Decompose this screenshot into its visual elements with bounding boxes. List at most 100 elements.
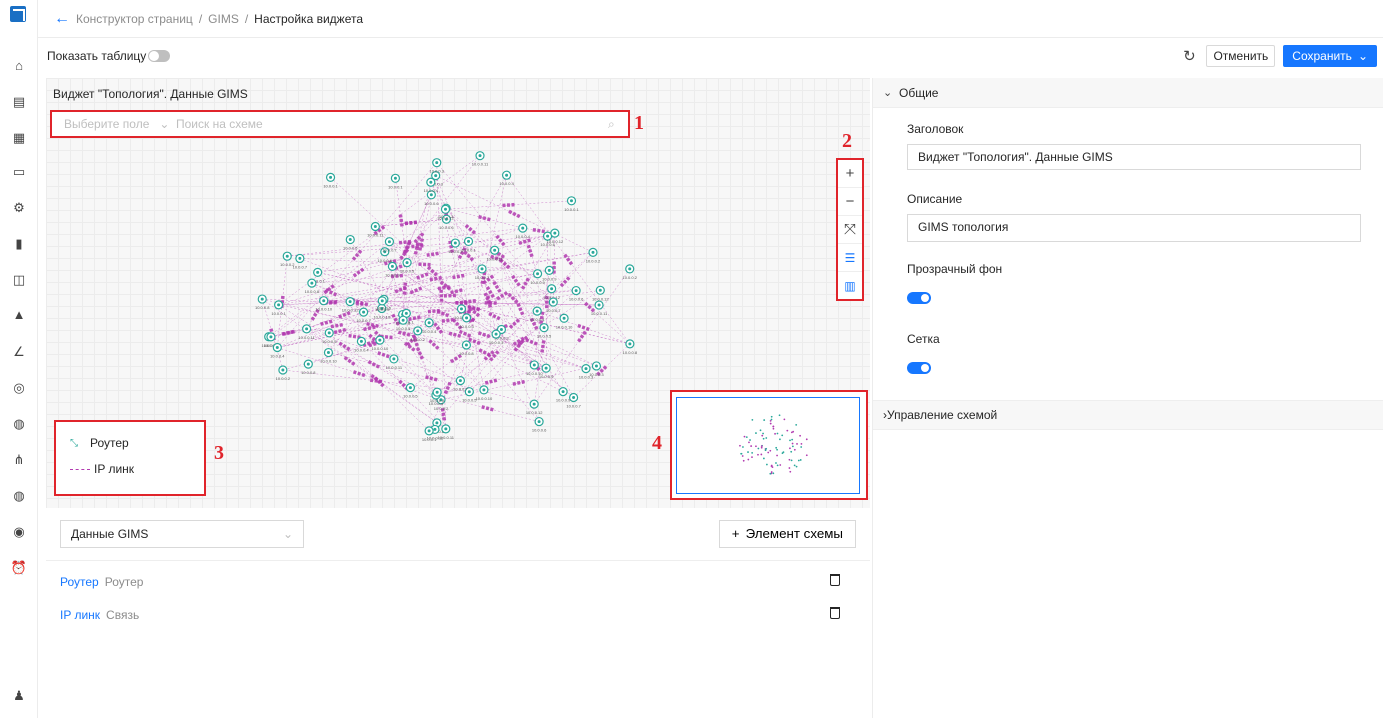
router-node-dot	[277, 303, 281, 307]
eye-icon[interactable]: ◉	[9, 522, 29, 542]
list-item: IP линк Связь	[60, 605, 856, 625]
description-textarea[interactable]: GIMS топология	[907, 214, 1361, 242]
minimap-node	[789, 447, 791, 450]
watch-icon[interactable]: ◎	[9, 378, 29, 398]
ip-link-label	[352, 370, 366, 378]
ip-link-label	[508, 209, 521, 219]
line-chart-icon[interactable]: ∠	[9, 342, 29, 362]
trash-icon[interactable]	[830, 607, 840, 619]
minimap-node	[745, 436, 748, 438]
router-node-dot	[572, 395, 576, 399]
router-node-dot	[373, 224, 377, 228]
router-node-label: 10.0.0.8	[301, 370, 316, 375]
app-logo[interactable]	[10, 6, 26, 22]
ip-link-label	[330, 322, 343, 329]
minimap-node	[790, 459, 793, 462]
globe-icon[interactable]: ◍	[9, 414, 29, 434]
document-icon[interactable]: ▤	[9, 92, 29, 112]
ip-link-label	[512, 379, 525, 386]
router-node-dot	[544, 366, 548, 370]
show-table-toggle[interactable]	[148, 50, 171, 62]
router-node-label: 10.0.0.6	[375, 307, 390, 312]
fit-icon[interactable]: ⤧	[838, 216, 862, 244]
bookmark-icon[interactable]: ◫	[9, 270, 29, 290]
alarm-icon[interactable]: ⏰	[9, 558, 29, 578]
minimap-node	[791, 442, 794, 445]
cancel-button[interactable]: Отменить	[1206, 45, 1276, 67]
legend-item-link: IP линк	[56, 456, 204, 482]
grid-switch[interactable]	[907, 362, 931, 374]
router-node-dot	[443, 207, 447, 211]
table-icon[interactable]: ▦	[9, 128, 29, 148]
router-node-label: 10.0.0.2	[280, 262, 295, 267]
element-name-link[interactable]: IP линк	[60, 608, 100, 622]
minimap-node	[765, 437, 768, 439]
data-source-select[interactable]: Данные GIMS ⌄	[60, 520, 304, 548]
minimap-node	[786, 429, 789, 432]
minimap-node	[789, 470, 792, 473]
element-name-link[interactable]: Роутер	[60, 575, 99, 589]
user-icon[interactable]: ♟	[9, 686, 29, 706]
monitor-icon[interactable]: ▭	[9, 162, 29, 182]
breadcrumb-current: Настройка виджета	[254, 11, 363, 26]
router-node-label: 10.0.0.1	[422, 437, 437, 442]
ip-link-label	[458, 329, 472, 338]
router-node-label: 10.0.0.2	[622, 275, 637, 280]
list-icon[interactable]: ☰	[838, 244, 862, 272]
router-node-dot	[598, 288, 602, 292]
router-node-dot	[348, 300, 352, 304]
minimap[interactable]	[670, 390, 868, 500]
search-input[interactable]: Поиск на схеме	[172, 117, 608, 131]
minimap-node	[759, 429, 762, 432]
save-button[interactable]: Сохранить ⌄	[1283, 45, 1377, 67]
minimap-node	[760, 453, 763, 456]
zoom-out-button[interactable]: −	[838, 188, 862, 216]
add-element-button[interactable]: + Элемент схемы	[718, 520, 856, 548]
field-select[interactable]: Выберите поле ⌄	[52, 117, 172, 131]
minimap-viewport[interactable]	[676, 397, 860, 494]
router-node-label: 10.0.0.5	[400, 269, 415, 274]
router-node-dot	[584, 367, 588, 371]
router-node-dot	[482, 388, 486, 392]
divider	[46, 560, 870, 561]
warning-icon[interactable]: ▲	[9, 305, 29, 325]
minimap-node	[757, 447, 760, 450]
ip-link-label	[426, 251, 439, 257]
ip-link-label	[411, 243, 424, 249]
router-node-dot	[553, 231, 557, 235]
router-node-dot	[444, 427, 448, 431]
trash-icon[interactable]	[830, 574, 840, 586]
transparent-bg-switch[interactable]	[907, 292, 931, 304]
minimap-node	[772, 472, 775, 475]
breadcrumb-item-pages[interactable]: Конструктор страниц	[76, 12, 193, 26]
breadcrumb-item-gims[interactable]: GIMS	[208, 12, 239, 26]
element-type: Связь	[106, 608, 140, 622]
router-node-dot	[433, 427, 437, 431]
minimap-node	[751, 452, 754, 454]
scheme-section-header[interactable]: › Управление схемой	[873, 400, 1383, 430]
minimap-node	[779, 438, 781, 441]
chevron-down-icon: ⌄	[883, 87, 893, 99]
ip-link-label	[507, 292, 519, 304]
search-icon[interactable]: ⌕	[608, 117, 628, 132]
globe-2-icon[interactable]: ◍	[9, 486, 29, 506]
back-arrow-icon[interactable]: ←	[54, 10, 70, 28]
topology-icon[interactable]: ⋔	[9, 450, 29, 470]
router-node-dot	[392, 357, 396, 361]
zoom-in-button[interactable]: +	[838, 160, 862, 188]
minimap-node	[775, 446, 778, 449]
map-icon[interactable]: ▥	[838, 272, 862, 300]
bar-chart-icon[interactable]: ▮	[9, 234, 29, 254]
title-input[interactable]: Виджет "Топология". Данные GIMS	[907, 144, 1361, 170]
router-node-dot	[380, 299, 384, 303]
router-node-dot	[591, 250, 595, 254]
gear-icon[interactable]: ⚙	[9, 198, 29, 218]
router-node-label: 10.0.0.1	[564, 207, 579, 212]
general-section-header[interactable]: ⌄ Общие	[873, 78, 1383, 108]
router-node-label: 10.0.0.10	[320, 359, 337, 364]
router-node-dot	[427, 429, 431, 433]
router-node-label: 10.0.0.8	[430, 398, 445, 403]
refresh-icon[interactable]: ↻	[1180, 47, 1198, 65]
search-bar: Выберите поле ⌄ Поиск на схеме ⌕	[50, 110, 630, 138]
home-icon[interactable]: ⌂	[9, 56, 29, 76]
